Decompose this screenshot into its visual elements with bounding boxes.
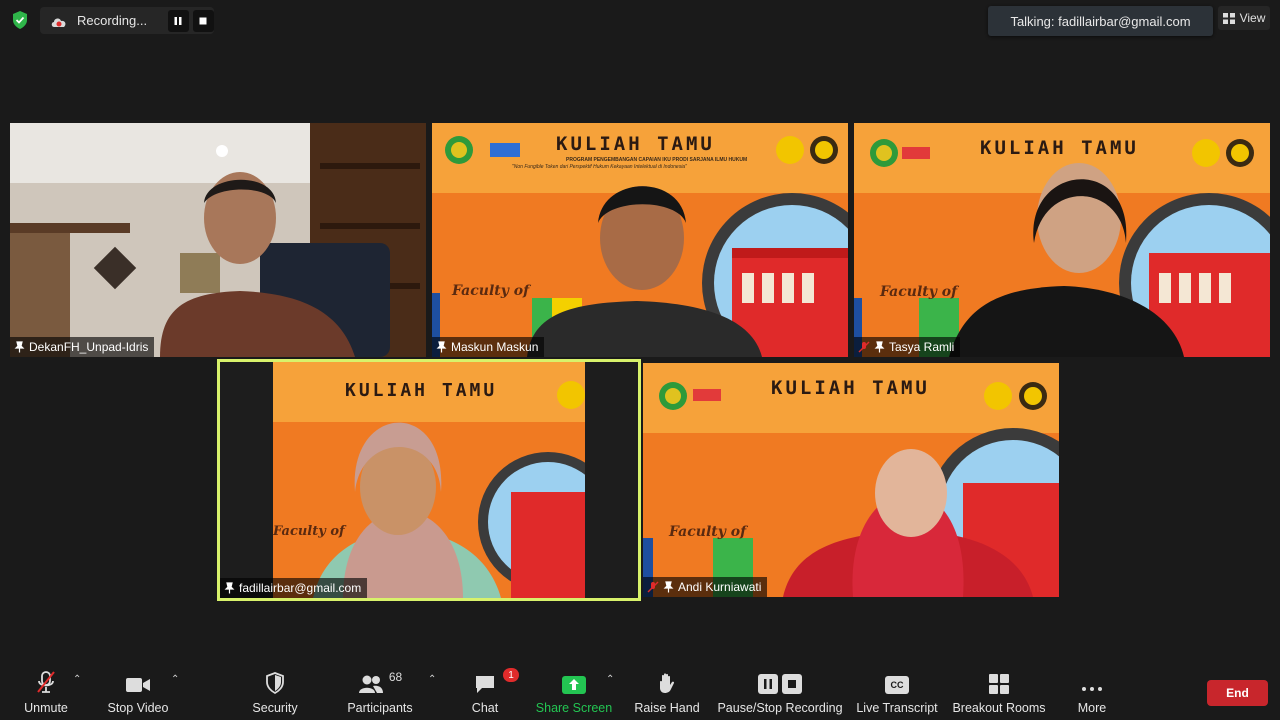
- participant-name-tag: Andi Kurniawati: [643, 577, 768, 597]
- end-meeting-button[interactable]: End: [1207, 680, 1268, 706]
- video-tile-maskun[interactable]: KULIAH TAMU PROGRAM PENGEMBANGAN CAPAIAN…: [432, 123, 848, 357]
- banner-title: KULIAH TAMU: [556, 133, 715, 155]
- share-screen-label: Share Screen: [535, 701, 613, 715]
- stop-video-label: Stop Video: [107, 701, 169, 715]
- video-camera-icon: [126, 678, 150, 692]
- participant-name: fadillairbar@gmail.com: [239, 581, 362, 595]
- cc-text: CC: [890, 680, 904, 690]
- participant-name: Andi Kurniawati: [678, 580, 762, 594]
- participant-name-tag: DekanFH_Unpad-Idris: [10, 337, 155, 357]
- chat-bubble-icon: [476, 676, 494, 693]
- participants-options-chevron-up-icon[interactable]: ⌃: [428, 674, 436, 685]
- security-button[interactable]: Security: [245, 660, 305, 720]
- security-label: Security: [252, 701, 298, 715]
- participants-count: 68: [388, 670, 403, 684]
- participant-name: Tasya Ramli: [889, 340, 955, 354]
- participant-name-tag: Maskun Maskun: [432, 337, 545, 357]
- unmute-button[interactable]: Unmute: [16, 660, 76, 720]
- muted-microphone-icon: [37, 671, 55, 693]
- participant-name: DekanFH_Unpad-Idris: [29, 340, 149, 354]
- chat-unread-badge: 1: [503, 668, 519, 682]
- view-label: View: [1239, 11, 1266, 25]
- muted-mic-icon: [858, 341, 870, 353]
- video-options-chevron-up-icon[interactable]: ⌃: [171, 674, 179, 685]
- grid-view-icon: [1222, 12, 1235, 24]
- video-tile-tasya[interactable]: KULIAH TAMU Faculty of Tasya Ramli: [854, 123, 1270, 357]
- pause-stop-recording-button[interactable]: Pause/Stop Recording: [717, 660, 843, 720]
- banner-subtitle: PROGRAM PENGEMBANGAN CAPAIAN IKU PRODI S…: [566, 157, 748, 163]
- share-screen-button[interactable]: Share Screen: [534, 660, 614, 720]
- meeting-toolbar: Unmute ⌃ Stop Video ⌃ Security 68 Partic: [0, 660, 1280, 720]
- more-dots-icon: [1082, 687, 1102, 691]
- pause-stop-recording-label: Pause/Stop Recording: [717, 701, 843, 715]
- shield-icon: [266, 672, 284, 694]
- video-tile-dekan[interactable]: DekanFH_Unpad-Idris: [10, 123, 426, 357]
- talking-indicator: Talking: fadillairbar@gmail.com: [988, 6, 1213, 36]
- banner-title: KULIAH TAMU: [345, 380, 498, 401]
- faculty-text: Faculty of: [880, 284, 958, 300]
- faculty-text: Faculty of: [452, 283, 530, 299]
- breakout-rooms-icon: [989, 674, 1009, 694]
- stop-recording-button[interactable]: [192, 9, 214, 32]
- share-screen-icon: [562, 676, 586, 694]
- chat-button[interactable]: 1 Chat: [460, 660, 519, 720]
- pin-icon: [874, 341, 885, 353]
- muted-mic-icon: [647, 581, 659, 593]
- banner-title: KULIAH TAMU: [771, 377, 930, 399]
- pause-icon: [758, 674, 778, 694]
- raise-hand-button[interactable]: Raise Hand: [632, 660, 702, 720]
- banner-title: KULIAH TAMU: [980, 137, 1139, 159]
- video-tile-andi[interactable]: KULIAH TAMU Faculty of Andi Kurniawati: [643, 363, 1059, 597]
- pin-icon: [663, 581, 674, 593]
- live-transcript-button[interactable]: CC Live Transcript: [855, 660, 939, 720]
- breakout-rooms-label: Breakout Rooms: [952, 701, 1046, 715]
- participant-name-tag: Tasya Ramli: [854, 337, 961, 357]
- share-options-chevron-up-icon[interactable]: ⌃: [606, 674, 614, 685]
- more-button[interactable]: More: [1068, 660, 1116, 720]
- pause-recording-button[interactable]: [167, 9, 189, 32]
- view-button[interactable]: View: [1218, 6, 1270, 30]
- raise-hand-icon: [660, 673, 675, 693]
- cloud-recording-icon: [50, 15, 68, 27]
- more-label: More: [1077, 701, 1107, 715]
- stop-video-button[interactable]: Stop Video: [104, 660, 172, 720]
- breakout-rooms-button[interactable]: Breakout Rooms: [950, 660, 1048, 720]
- faculty-text: Faculty of: [669, 524, 747, 540]
- raise-hand-label: Raise Hand: [634, 701, 700, 715]
- pin-icon: [224, 582, 235, 594]
- recording-indicator: Recording...: [40, 7, 214, 34]
- participant-name: Maskun Maskun: [451, 340, 539, 354]
- closed-caption-icon: CC: [885, 676, 909, 694]
- participants-icon: [358, 675, 383, 693]
- participants-label: Participants: [347, 701, 413, 715]
- video-tile-fadillairbar[interactable]: KULIAH TAMU Faculty of fadillairbar@gmai…: [217, 359, 641, 601]
- live-transcript-label: Live Transcript: [856, 701, 938, 715]
- banner-quote: "Non Fungible Token dari Perspektif Huku…: [512, 164, 687, 170]
- audio-options-chevron-up-icon[interactable]: ⌃: [73, 674, 81, 685]
- stop-icon: [782, 674, 802, 694]
- participants-button[interactable]: 68 Participants: [345, 660, 415, 720]
- pin-icon: [14, 341, 25, 353]
- chat-label: Chat: [471, 701, 499, 715]
- security-shield-icon[interactable]: [10, 10, 30, 30]
- faculty-text: Faculty of: [273, 524, 345, 539]
- participant-video: [10, 123, 426, 357]
- unmute-label: Unmute: [24, 701, 68, 715]
- recording-label: Recording...: [77, 13, 148, 28]
- pin-icon: [436, 341, 447, 353]
- participant-name-tag: fadillairbar@gmail.com: [220, 578, 368, 598]
